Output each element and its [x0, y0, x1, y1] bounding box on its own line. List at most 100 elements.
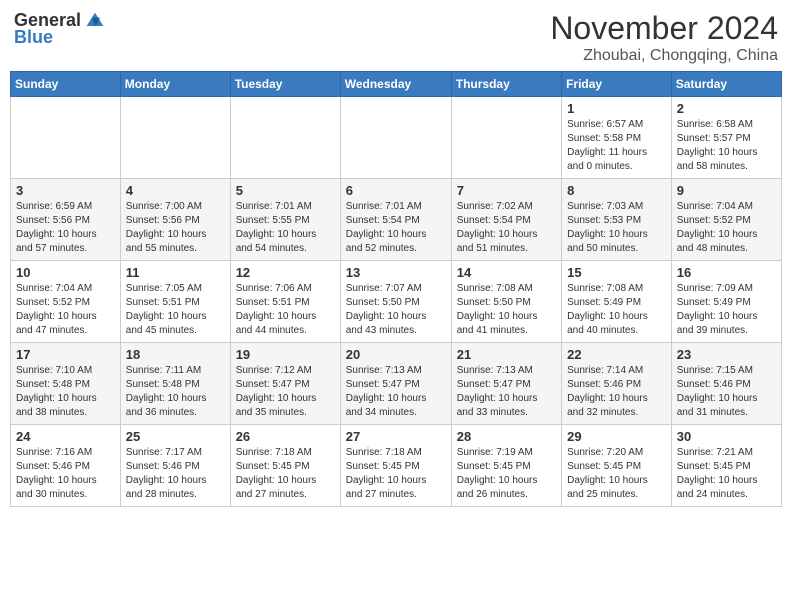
- calendar-cell: 21 Sunrise: 7:13 AM Sunset: 5:47 PM Dayli…: [451, 343, 561, 425]
- day-info: Sunrise: 7:14 AM Sunset: 5:46 PM Dayligh…: [567, 364, 666, 420]
- calendar-cell: 20 Sunrise: 7:13 AM Sunset: 5:47 PM Dayli…: [340, 343, 451, 425]
- day-info: Sunrise: 7:15 AM Sunset: 5:46 PM Dayligh…: [677, 364, 776, 420]
- calendar-cell: 17 Sunrise: 7:10 AM Sunset: 5:48 PM Dayli…: [11, 343, 121, 425]
- day-number: 17: [16, 347, 115, 362]
- day-number: 2: [677, 101, 776, 116]
- calendar-cell: 23 Sunrise: 7:15 AM Sunset: 5:46 PM Dayli…: [671, 343, 781, 425]
- day-info: Sunrise: 7:04 AM Sunset: 5:52 PM Dayligh…: [677, 200, 776, 256]
- day-number: 21: [457, 347, 556, 362]
- day-info: Sunrise: 7:05 AM Sunset: 5:51 PM Dayligh…: [126, 282, 225, 338]
- logo: General Blue: [14, 10, 105, 48]
- weekday-header: Saturday: [671, 72, 781, 97]
- calendar-cell: 13 Sunrise: 7:07 AM Sunset: 5:50 PM Dayli…: [340, 261, 451, 343]
- day-number: 1: [567, 101, 666, 116]
- title-section: November 2024 Zhoubai, Chongqing, China: [550, 10, 778, 65]
- calendar-cell: 16Sunrise: 7:09 AM Sunset: 5:49 PM Dayli…: [671, 261, 781, 343]
- day-number: 25: [126, 429, 225, 444]
- day-number: 18: [126, 347, 225, 362]
- calendar-cell: [11, 97, 121, 179]
- calendar-cell: 27Sunrise: 7:18 AM Sunset: 5:45 PM Dayli…: [340, 425, 451, 507]
- day-info: Sunrise: 6:59 AM Sunset: 5:56 PM Dayligh…: [16, 200, 115, 256]
- calendar-cell: 15 Sunrise: 7:08 AM Sunset: 5:49 PM Dayli…: [562, 261, 672, 343]
- day-number: 15: [567, 265, 666, 280]
- day-info: Sunrise: 7:01 AM Sunset: 5:54 PM Dayligh…: [346, 200, 446, 256]
- weekday-header: Tuesday: [230, 72, 340, 97]
- day-number: 26: [236, 429, 335, 444]
- day-info: Sunrise: 7:18 AM Sunset: 5:45 PM Dayligh…: [346, 446, 446, 502]
- calendar-cell: 14Sunrise: 7:08 AM Sunset: 5:50 PM Dayli…: [451, 261, 561, 343]
- calendar-cell: 18 Sunrise: 7:11 AM Sunset: 5:48 PM Dayli…: [120, 343, 230, 425]
- location: Zhoubai, Chongqing, China: [550, 47, 778, 65]
- day-info: Sunrise: 7:10 AM Sunset: 5:48 PM Dayligh…: [16, 364, 115, 420]
- day-number: 22: [567, 347, 666, 362]
- calendar-table: SundayMondayTuesdayWednesdayThursdayFrid…: [10, 71, 782, 507]
- day-number: 28: [457, 429, 556, 444]
- day-info: Sunrise: 7:19 AM Sunset: 5:45 PM Dayligh…: [457, 446, 556, 502]
- day-number: 10: [16, 265, 115, 280]
- weekday-header: Friday: [562, 72, 672, 97]
- day-info: Sunrise: 7:00 AM Sunset: 5:56 PM Dayligh…: [126, 200, 225, 256]
- day-number: 30: [677, 429, 776, 444]
- calendar-cell: 3 Sunrise: 6:59 AM Sunset: 5:56 PM Daylig…: [11, 179, 121, 261]
- day-number: 19: [236, 347, 335, 362]
- weekday-header: Thursday: [451, 72, 561, 97]
- day-info: Sunrise: 7:21 AM Sunset: 5:45 PM Dayligh…: [677, 446, 776, 502]
- calendar-cell: 28 Sunrise: 7:19 AM Sunset: 5:45 PM Dayli…: [451, 425, 561, 507]
- day-info: Sunrise: 7:11 AM Sunset: 5:48 PM Dayligh…: [126, 364, 225, 420]
- calendar-cell: 10 Sunrise: 7:04 AM Sunset: 5:52 PM Dayli…: [11, 261, 121, 343]
- day-number: 4: [126, 183, 225, 198]
- day-number: 8: [567, 183, 666, 198]
- day-number: 5: [236, 183, 335, 198]
- calendar-week-row: 1 Sunrise: 6:57 AM Sunset: 5:58 PM Daylig…: [11, 97, 782, 179]
- calendar-cell: 1 Sunrise: 6:57 AM Sunset: 5:58 PM Daylig…: [562, 97, 672, 179]
- day-info: Sunrise: 7:06 AM Sunset: 5:51 PM Dayligh…: [236, 282, 335, 338]
- day-number: 14: [457, 265, 556, 280]
- calendar-cell: 29Sunrise: 7:20 AM Sunset: 5:45 PM Dayli…: [562, 425, 672, 507]
- day-info: Sunrise: 7:02 AM Sunset: 5:54 PM Dayligh…: [457, 200, 556, 256]
- calendar-cell: 25 Sunrise: 7:17 AM Sunset: 5:46 PM Dayli…: [120, 425, 230, 507]
- day-info: Sunrise: 7:17 AM Sunset: 5:46 PM Dayligh…: [126, 446, 225, 502]
- day-info: Sunrise: 7:12 AM Sunset: 5:47 PM Dayligh…: [236, 364, 335, 420]
- day-info: Sunrise: 7:13 AM Sunset: 5:47 PM Dayligh…: [457, 364, 556, 420]
- day-number: 20: [346, 347, 446, 362]
- logo-icon: [85, 11, 105, 31]
- calendar-cell: 9 Sunrise: 7:04 AM Sunset: 5:52 PM Daylig…: [671, 179, 781, 261]
- page-header: General Blue November 2024 Zhoubai, Chon…: [10, 10, 782, 65]
- calendar-cell: 19 Sunrise: 7:12 AM Sunset: 5:47 PM Dayli…: [230, 343, 340, 425]
- calendar-cell: 5 Sunrise: 7:01 AM Sunset: 5:55 PM Daylig…: [230, 179, 340, 261]
- day-info: Sunrise: 7:04 AM Sunset: 5:52 PM Dayligh…: [16, 282, 115, 338]
- day-info: Sunrise: 7:18 AM Sunset: 5:45 PM Dayligh…: [236, 446, 335, 502]
- day-info: Sunrise: 7:13 AM Sunset: 5:47 PM Dayligh…: [346, 364, 446, 420]
- day-number: 3: [16, 183, 115, 198]
- calendar-cell: [120, 97, 230, 179]
- day-info: Sunrise: 7:03 AM Sunset: 5:53 PM Dayligh…: [567, 200, 666, 256]
- day-number: 24: [16, 429, 115, 444]
- weekday-header: Monday: [120, 72, 230, 97]
- logo-blue-text: Blue: [14, 27, 53, 48]
- day-number: 9: [677, 183, 776, 198]
- weekday-header: Wednesday: [340, 72, 451, 97]
- calendar-week-row: 24Sunrise: 7:16 AM Sunset: 5:46 PM Dayli…: [11, 425, 782, 507]
- calendar-cell: 2 Sunrise: 6:58 AM Sunset: 5:57 PM Daylig…: [671, 97, 781, 179]
- calendar-week-row: 3 Sunrise: 6:59 AM Sunset: 5:56 PM Daylig…: [11, 179, 782, 261]
- day-number: 11: [126, 265, 225, 280]
- day-info: Sunrise: 7:08 AM Sunset: 5:49 PM Dayligh…: [567, 282, 666, 338]
- weekday-header: Sunday: [11, 72, 121, 97]
- calendar-cell: 12Sunrise: 7:06 AM Sunset: 5:51 PM Dayli…: [230, 261, 340, 343]
- day-info: Sunrise: 6:58 AM Sunset: 5:57 PM Dayligh…: [677, 118, 776, 174]
- day-number: 16: [677, 265, 776, 280]
- day-number: 23: [677, 347, 776, 362]
- calendar-cell: 24Sunrise: 7:16 AM Sunset: 5:46 PM Dayli…: [11, 425, 121, 507]
- calendar-cell: 11 Sunrise: 7:05 AM Sunset: 5:51 PM Dayli…: [120, 261, 230, 343]
- day-number: 13: [346, 265, 446, 280]
- day-info: Sunrise: 7:01 AM Sunset: 5:55 PM Dayligh…: [236, 200, 335, 256]
- day-number: 29: [567, 429, 666, 444]
- calendar-cell: 30 Sunrise: 7:21 AM Sunset: 5:45 PM Dayli…: [671, 425, 781, 507]
- day-number: 6: [346, 183, 446, 198]
- calendar-header-row: SundayMondayTuesdayWednesdayThursdayFrid…: [11, 72, 782, 97]
- day-info: Sunrise: 7:07 AM Sunset: 5:50 PM Dayligh…: [346, 282, 446, 338]
- day-info: Sunrise: 6:57 AM Sunset: 5:58 PM Dayligh…: [567, 118, 666, 174]
- calendar-cell: 4 Sunrise: 7:00 AM Sunset: 5:56 PM Daylig…: [120, 179, 230, 261]
- calendar-cell: [451, 97, 561, 179]
- calendar-cell: [230, 97, 340, 179]
